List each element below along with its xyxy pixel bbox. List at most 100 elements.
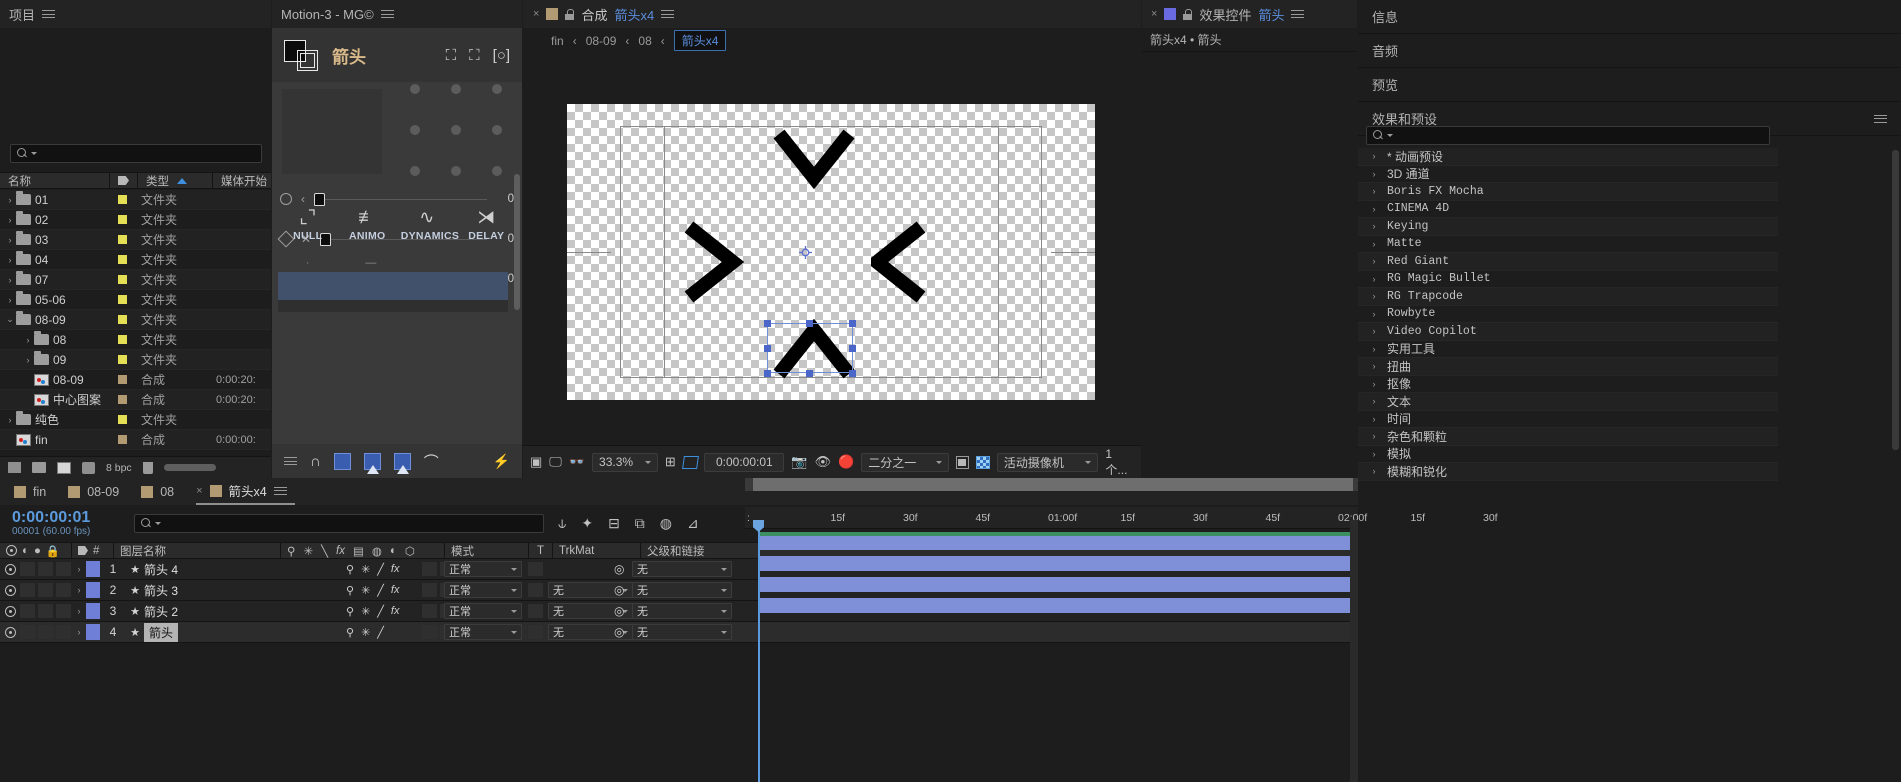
layer-frameblend-switch[interactable] [422,604,437,618]
toggle-alpha-icon[interactable]: ▣ [530,454,542,470]
layer-duration-bar[interactable] [758,598,1351,613]
interpret-footage-icon[interactable] [8,462,21,473]
layer-audio-toggle[interactable] [20,604,35,618]
twirl-icon[interactable]: › [22,335,34,345]
layer-quality-switch[interactable]: ╱ [377,626,384,639]
project-item-row[interactable]: ⌄ 08-09 文件夹 [0,310,271,330]
parent-pickwhip-icon[interactable]: ◎ [614,583,624,597]
effects-category-row[interactable]: › RG Trapcode [1358,288,1778,306]
layer-lock-toggle[interactable] [56,625,71,639]
effects-category-row[interactable]: › Keying [1358,218,1778,236]
parent-pickwhip-icon[interactable]: ◎ [614,604,624,618]
layer-label-color[interactable] [86,624,100,640]
twirl-icon[interactable]: › [1368,449,1380,459]
layer-parent-switch[interactable]: ⚲ [346,563,354,576]
layer-twirl-icon[interactable]: › [72,606,86,616]
motion-blur-icon[interactable]: ◍ [660,515,672,532]
layer-video-toggle[interactable] [4,626,16,638]
layer-quality-switch[interactable]: ╱ [377,584,384,597]
composition-tab-name[interactable]: 箭头x4 [614,5,654,24]
close-icon[interactable]: × [1151,8,1157,20]
motion-scrollbar[interactable] [514,174,520,310]
column-name[interactable]: 名称 [0,173,110,188]
effects-category-row[interactable]: › 扭曲 [1358,358,1778,376]
parent-pickwhip-icon[interactable]: ◎ [614,562,624,576]
twirl-icon[interactable]: › [1368,239,1380,249]
layer-mode-select[interactable]: 正常 [444,603,522,619]
audio-panel-header[interactable]: 音频 [1358,34,1901,68]
breadcrumb-item[interactable]: 08-09 [586,34,617,48]
effects-category-row[interactable]: › 时间 [1358,410,1778,428]
layer-mode-select[interactable]: 正常 [444,561,522,577]
project-scrollbar[interactable] [163,464,216,471]
duplicate-shape-icon[interactable] [284,38,322,72]
draft-3d-icon[interactable]: ✦ [581,515,593,532]
motion-options-menu-icon[interactable] [284,455,297,468]
project-settings-icon[interactable] [82,461,95,474]
twirl-icon[interactable]: › [1368,204,1380,214]
column-label-tag[interactable] [110,173,138,188]
close-icon[interactable]: × [533,8,539,20]
layer-effects-switch[interactable]: fx [391,563,400,576]
layer-collapse-switch[interactable]: ✳ [361,584,370,597]
project-item-row[interactable]: › 04 文件夹 [0,250,271,270]
timeline-ruler[interactable]: 15f 30f 45f 01:00f 15f 30f 45f 02:00f 15f 30f: [745,507,1498,529]
arrow-left[interactable] [683,221,745,303]
motion-graph-strip-secondary[interactable] [278,300,508,312]
selection-handle[interactable] [764,320,771,327]
work-area-span[interactable] [753,478,1353,491]
arrow-right[interactable] [871,221,933,303]
effects-category-row[interactable]: › 3D 通道 [1358,165,1778,183]
project-panel-menu-icon[interactable] [42,8,56,21]
layer-duration-bar[interactable] [758,556,1351,571]
project-item-row[interactable]: › 07 文件夹 [0,270,271,290]
selection-handle[interactable] [806,320,813,327]
layer-lock-toggle[interactable] [56,583,71,597]
new-comp-icon[interactable] [57,461,71,474]
selection-handle[interactable] [764,345,771,352]
layer-solo-toggle[interactable] [38,604,53,618]
layer-lock-toggle[interactable] [56,604,71,618]
layer-name[interactable]: 箭头 2 [144,603,178,620]
breadcrumb-item[interactable]: 08 [638,34,651,48]
orbit-icon[interactable]: [○] [493,47,510,64]
effects-category-row[interactable]: › 杂色和颗粒 [1358,428,1778,446]
effects-category-row[interactable]: › 模拟 [1358,445,1778,463]
layer-video-toggle[interactable] [4,584,16,596]
layer-frameblend-switch[interactable] [422,625,437,639]
layer-preserve-transparency[interactable] [528,604,543,618]
twirl-icon[interactable]: › [1368,309,1380,319]
transparency-grid-icon[interactable] [976,455,990,469]
composition-canvas[interactable] [523,53,1141,445]
layer-parent-switch[interactable]: ⚲ [346,605,354,618]
anchor-point-tool-icon[interactable]: ⛶ [446,47,457,64]
effects-category-row[interactable]: › CINEMA 4D [1358,200,1778,218]
effects-scrollbar[interactable] [1892,150,1899,450]
layer-effects-switch[interactable]: fx [391,605,400,618]
motion-tool-dynamics[interactable]: ∿ DYNAMICS [401,204,459,243]
effects-category-row[interactable]: › 实用工具 [1358,340,1778,358]
motion-tool-null[interactable]: ⌞⌝ NULL [282,204,334,243]
label-color-chip[interactable] [118,194,127,204]
smooth-icon[interactable]: ∩ [310,453,321,470]
ease-linear-icon[interactable] [333,452,351,470]
anchor-point-icon[interactable] [799,246,812,259]
layer-collapse-switch[interactable]: ✳ [361,563,370,576]
graph-editor-icon[interactable]: ⊿ [687,515,699,532]
twirl-icon[interactable]: › [4,255,16,265]
layer-audio-toggle[interactable] [20,583,35,597]
show-snapshot-icon[interactable]: 👁 [815,454,832,470]
zoom-level-select[interactable]: 33.3% [592,452,658,472]
effects-search-input[interactable] [1366,126,1770,145]
view-layout-select[interactable]: 1 个... [1105,447,1134,478]
breadcrumb-item[interactable]: fin [551,34,564,48]
layer-duration-bar-highlight[interactable] [758,532,1351,536]
3d-glasses-icon[interactable]: 👓 [569,454,585,470]
project-item-row[interactable]: 中心图案 合成 0:00:20: [0,390,271,410]
column-media-start[interactable]: 媒体开始 [213,173,271,188]
preview-panel-header[interactable]: 预览 [1358,68,1901,102]
effects-category-row[interactable]: › Matte [1358,235,1778,253]
layer-parent-select[interactable]: 无 [632,561,732,577]
effects-category-row[interactable]: › RG Magic Bullet [1358,270,1778,288]
selection-handle[interactable] [806,370,813,377]
